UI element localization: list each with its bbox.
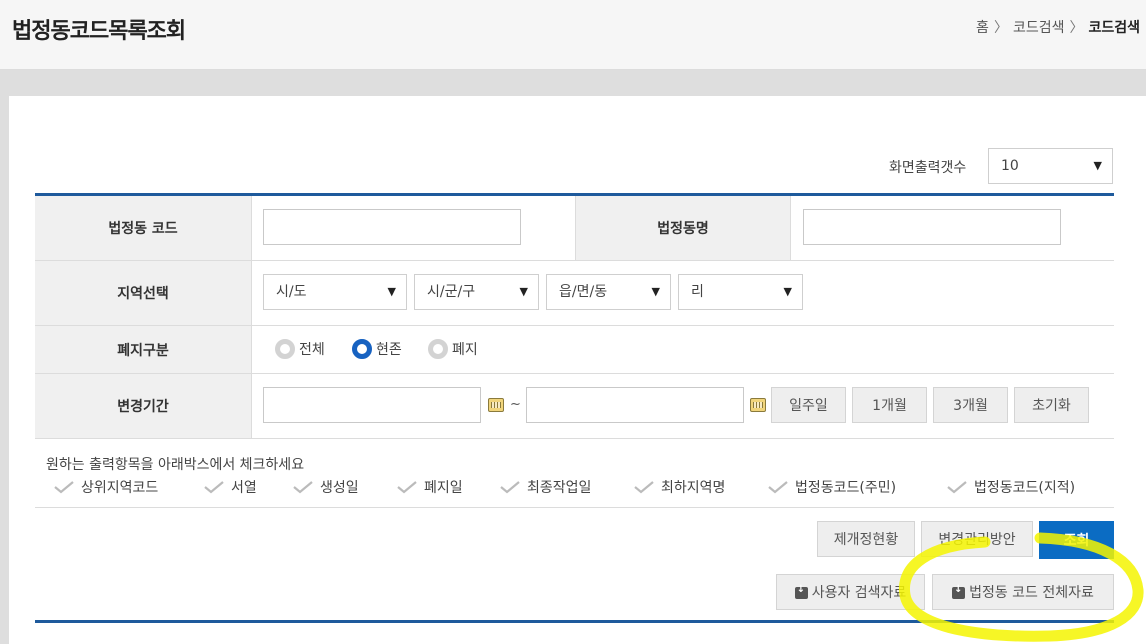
option-parent-code[interactable]: 상위지역코드	[53, 477, 158, 497]
sigungu-select[interactable]: 시/군/구 ▼	[414, 274, 539, 310]
breadcrumb-home[interactable]: 홈	[976, 20, 989, 36]
ri-select-value: 리	[691, 284, 704, 300]
check-icon	[500, 481, 520, 494]
options-divider	[35, 507, 1114, 508]
radio-circle-icon	[275, 339, 295, 359]
calendar-icon[interactable]	[750, 398, 766, 412]
chevron-down-icon: ▼	[387, 285, 396, 298]
one-month-button[interactable]: 1개월	[852, 387, 927, 423]
chevron-down-icon: ▼	[519, 285, 528, 298]
row-divider	[35, 438, 1114, 439]
period-label: 변경기간	[35, 374, 251, 438]
chevron-down-icon: ▼	[651, 285, 660, 298]
download-icon	[794, 584, 808, 599]
user-search-data-button[interactable]: 사용자 검색자료	[776, 574, 925, 610]
radio-selected-icon	[352, 339, 372, 359]
three-month-button[interactable]: 3개월	[933, 387, 1008, 423]
check-icon	[947, 481, 967, 494]
ri-select[interactable]: 리 ▼	[678, 274, 803, 310]
radio-current-label: 현존	[376, 342, 402, 358]
name-input[interactable]	[803, 209, 1061, 245]
reset-button[interactable]: 초기화	[1014, 387, 1089, 423]
check-icon	[54, 481, 74, 494]
option-code-cadastral[interactable]: 법정동코드(지적)	[946, 477, 1075, 497]
change-management-button[interactable]: 변경관리방안	[921, 521, 1033, 557]
breadcrumb: 홈 〉 코드검색 〉 코드검색	[976, 17, 1140, 37]
chevron-down-icon: ▼	[783, 285, 792, 298]
region-label: 지역선택	[35, 261, 251, 325]
display-count-select[interactable]: 10 ▼	[988, 148, 1113, 184]
radio-abolished-label: 폐지	[452, 342, 478, 358]
option-label: 생성일	[320, 480, 359, 496]
sido-select[interactable]: 시/도 ▼	[263, 274, 407, 310]
eupmyeondong-select-value: 읍/면/동	[559, 284, 608, 300]
option-last-work-date[interactable]: 최종작업일	[499, 477, 591, 497]
option-label: 상위지역코드	[81, 480, 159, 496]
table-bottom-border	[35, 620, 1114, 623]
sigungu-select-value: 시/군/구	[427, 284, 476, 300]
option-label: 최하지역명	[661, 480, 726, 496]
user-search-data-label: 사용자 검색자료	[811, 585, 907, 601]
option-label: 폐지일	[424, 480, 463, 496]
option-label: 서열	[231, 480, 257, 496]
option-abolished-date[interactable]: 폐지일	[396, 477, 463, 497]
search-button[interactable]: 조회	[1039, 521, 1114, 559]
breadcrumb-code-search[interactable]: 코드검색	[1013, 20, 1065, 36]
check-icon	[768, 481, 788, 494]
radio-all-label: 전체	[299, 342, 325, 358]
check-icon	[634, 481, 654, 494]
period-tilde: ~	[510, 397, 521, 412]
chevron-down-icon: ▼	[1093, 159, 1102, 172]
check-icon	[204, 481, 224, 494]
all-code-data-button[interactable]: 법정동 코드 전체자료	[932, 574, 1114, 610]
page-title: 법정동코드목록조회	[12, 19, 186, 44]
status-label: 폐지구분	[35, 326, 251, 373]
option-order[interactable]: 서열	[203, 477, 257, 497]
display-count-value: 10	[1001, 158, 1019, 174]
option-label: 법정동코드(지적)	[974, 480, 1076, 496]
calendar-icon[interactable]	[488, 398, 504, 412]
name-label: 법정동명	[576, 196, 790, 260]
one-week-button[interactable]: 일주일	[771, 387, 846, 423]
column-divider	[251, 196, 252, 438]
header-bar: 법정동코드목록조회 홈 〉 코드검색 〉 코드검색	[0, 0, 1146, 70]
radio-current[interactable]: 현존	[352, 339, 402, 359]
option-lowest-region[interactable]: 최하지역명	[633, 477, 725, 497]
column-divider	[575, 196, 576, 260]
breadcrumb-current: 코드검색	[1088, 20, 1140, 36]
output-options-title: 원하는 출력항목을 아래박스에서 체크하세요	[46, 457, 305, 473]
radio-circle-icon	[428, 339, 448, 359]
end-date-input[interactable]	[526, 387, 744, 423]
code-label: 법정동 코드	[35, 196, 251, 260]
radio-abolished[interactable]: 폐지	[428, 339, 478, 359]
code-input[interactable]	[263, 209, 521, 245]
check-icon	[397, 481, 417, 494]
option-label: 법정동코드(주민)	[795, 480, 897, 496]
all-code-data-label: 법정동 코드 전체자료	[969, 585, 1094, 601]
start-date-input[interactable]	[263, 387, 481, 423]
sido-select-value: 시/도	[276, 284, 307, 300]
radio-all[interactable]: 전체	[275, 339, 325, 359]
breadcrumb-separator: 〉	[1069, 20, 1084, 36]
breadcrumb-separator: 〉	[993, 20, 1008, 36]
option-label: 최종작업일	[527, 480, 592, 496]
display-count-label: 화면출력갯수	[889, 160, 967, 176]
option-created-date[interactable]: 생성일	[292, 477, 359, 497]
option-code-resident[interactable]: 법정동코드(주민)	[767, 477, 896, 497]
revision-status-button[interactable]: 제개정현황	[817, 521, 915, 557]
check-icon	[293, 481, 313, 494]
column-divider	[790, 196, 791, 260]
eupmyeondong-select[interactable]: 읍/면/동 ▼	[546, 274, 671, 310]
download-icon	[952, 584, 966, 599]
